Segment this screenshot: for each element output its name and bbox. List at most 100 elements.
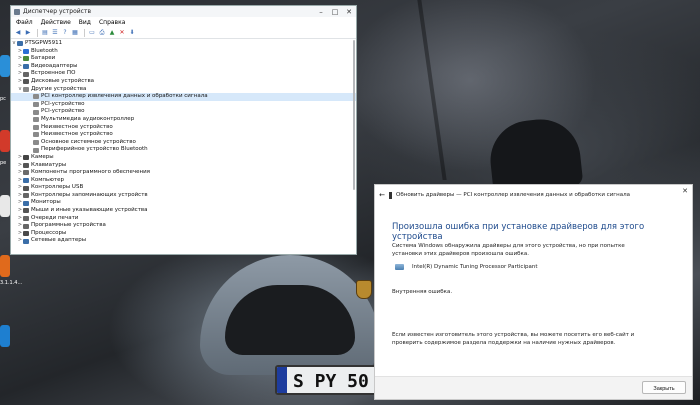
download-icon[interactable]: ⬇ bbox=[128, 29, 136, 36]
tree-label: Другие устройства bbox=[31, 85, 87, 92]
tree-label: PCI-устройство bbox=[41, 108, 85, 115]
device-icon bbox=[23, 79, 29, 85]
error-detail: Внутренняя ошибка. bbox=[392, 289, 453, 295]
minimize-icon[interactable]: – bbox=[314, 8, 328, 16]
dialog-header: ← Обновить драйверы — PCI контроллер изв… bbox=[375, 185, 692, 205]
tree-category[interactable]: > Bluetooth bbox=[11, 48, 356, 56]
tree-label: Мыши и иные указывающие устройства bbox=[31, 207, 148, 214]
tree-label: Компоненты программного обеспечения bbox=[31, 169, 150, 176]
menu-bar: Файл Действие Вид Справка bbox=[11, 17, 356, 27]
scan-hardware-icon[interactable]: ⎙ bbox=[98, 29, 106, 36]
driver-entry: Intel(R) Dynamic Tuning Processor Partic… bbox=[395, 264, 537, 270]
tree-label: Контроллеры запоминающих устройств bbox=[31, 191, 148, 198]
maximize-icon[interactable]: □ bbox=[328, 8, 342, 16]
close-icon[interactable]: ✕ bbox=[682, 187, 688, 195]
device-icon bbox=[33, 147, 39, 153]
forward-arrow-icon[interactable]: ▶ bbox=[24, 29, 32, 36]
tree-category[interactable]: > Компоненты программного обеспечения bbox=[11, 169, 356, 177]
tree-label: Неизвестное устройство bbox=[41, 131, 113, 138]
tree-category[interactable]: > Компьютер bbox=[11, 177, 356, 185]
close-icon[interactable]: ✕ bbox=[342, 8, 356, 16]
tree-device[interactable]: Неизвестное устройство bbox=[11, 124, 356, 132]
help-icon[interactable]: ? bbox=[61, 29, 69, 36]
close-button[interactable]: Закрыть bbox=[642, 381, 686, 394]
tree-label: Сетевые адаптеры bbox=[31, 237, 87, 244]
device-icon bbox=[23, 48, 29, 54]
computer-name: PTSGPW5911 bbox=[25, 40, 63, 46]
tree-category[interactable]: > Встроенное ПО bbox=[11, 70, 356, 78]
computer-icon bbox=[17, 41, 23, 47]
tree-category[interactable]: > Камеры bbox=[11, 154, 356, 162]
tree-category[interactable]: > Мыши и иные указывающие устройства bbox=[11, 207, 356, 215]
tree-device[interactable]: Периферийное устройство Bluetooth bbox=[11, 146, 356, 154]
device-tree: v PTSGPW5911 > Bluetooth > Батареи > Видеоада… bbox=[11, 39, 356, 245]
device-manager-titlebar[interactable]: Диспетчер устройств – □ ✕ bbox=[11, 6, 356, 17]
device-icon bbox=[389, 191, 392, 199]
tree-category[interactable]: > Видеоадаптеры bbox=[11, 63, 356, 71]
tree-label: Мониторы bbox=[31, 199, 61, 206]
desktop-app-icon[interactable] bbox=[0, 195, 10, 217]
tree-label: Программные устройства bbox=[31, 222, 106, 229]
device-icon bbox=[33, 102, 39, 108]
device-icon bbox=[23, 223, 29, 229]
tree-category[interactable]: > Процессоры bbox=[11, 230, 356, 238]
tree-label: PCI контроллер извлечения данных и обраб… bbox=[41, 93, 208, 100]
device-icon bbox=[23, 200, 29, 206]
porsche-badge-icon bbox=[356, 280, 372, 299]
menu-help[interactable]: Справка bbox=[99, 19, 125, 26]
back-arrow-icon[interactable]: ◀ bbox=[14, 29, 22, 36]
tree-label: Процессоры bbox=[31, 229, 67, 236]
desktop-app-icon[interactable] bbox=[0, 130, 10, 152]
tree-category[interactable]: > Контроллеры USB bbox=[11, 184, 356, 192]
device-icon bbox=[33, 124, 39, 130]
tree-device[interactable]: PCI-устройство bbox=[11, 108, 356, 116]
menu-file[interactable]: Файл bbox=[16, 19, 33, 26]
tree-label: Компьютер bbox=[31, 176, 64, 183]
device-icon bbox=[23, 162, 29, 168]
desktop-app-icon[interactable] bbox=[0, 255, 10, 277]
device-icon bbox=[23, 215, 29, 221]
device-icon bbox=[23, 170, 29, 176]
device-icon bbox=[33, 94, 39, 100]
device-icon bbox=[23, 231, 29, 237]
scrollbar-thumb[interactable] bbox=[353, 40, 355, 190]
scrollbar[interactable] bbox=[352, 38, 356, 254]
list-icon[interactable]: ☰ bbox=[51, 29, 59, 36]
dialog-header-title: Обновить драйверы — PCI контроллер извле… bbox=[396, 192, 631, 198]
monitor-icon[interactable]: ▭ bbox=[88, 29, 96, 36]
desktop-app-icon[interactable] bbox=[0, 55, 10, 77]
tree-root[interactable]: v PTSGPW5911 bbox=[11, 40, 356, 48]
tree-device[interactable]: PCI контроллер извлечения данных и обраб… bbox=[11, 93, 356, 101]
hood-vent bbox=[486, 115, 584, 195]
device-manager-icon bbox=[14, 8, 20, 15]
properties-icon[interactable]: ▤ bbox=[41, 29, 49, 36]
menu-view[interactable]: Вид bbox=[79, 19, 91, 26]
tree-category[interactable]: > Батареи bbox=[11, 55, 356, 63]
tree-category[interactable]: > Клавиатуры bbox=[11, 162, 356, 170]
back-arrow-icon[interactable]: ← bbox=[375, 191, 389, 199]
driver-icon bbox=[395, 264, 404, 270]
desktop-app-icon[interactable] bbox=[0, 325, 10, 347]
tree-category[interactable]: v Другие устройства bbox=[11, 86, 356, 94]
tree-label: Дисковые устройства bbox=[31, 77, 95, 84]
tree-device[interactable]: Мультимедиа аудиоконтроллер bbox=[11, 116, 356, 124]
tree-label: Батареи bbox=[31, 55, 56, 62]
dialog-footer: Закрыть bbox=[375, 376, 692, 399]
uninstall-icon[interactable]: ✕ bbox=[118, 29, 126, 36]
tree-category[interactable]: > Сетевые адаптеры bbox=[11, 237, 356, 245]
menu-action[interactable]: Действие bbox=[41, 19, 71, 26]
tree-device[interactable]: Неизвестное устройство bbox=[11, 131, 356, 139]
tree-label: Встроенное ПО bbox=[31, 70, 76, 77]
tree-category[interactable]: > Дисковые устройства bbox=[11, 78, 356, 86]
device-icon bbox=[33, 132, 39, 138]
device-icon bbox=[23, 86, 29, 92]
eu-strip bbox=[277, 367, 287, 393]
update-driver-icon[interactable]: ▲ bbox=[108, 29, 116, 36]
tree-category[interactable]: > Программные устройства bbox=[11, 222, 356, 230]
error-message: Система Windows обнаружила драйверы для … bbox=[392, 243, 625, 257]
grid-icon[interactable]: ▦ bbox=[71, 29, 79, 36]
tree-label: Клавиатуры bbox=[31, 161, 67, 168]
tree-category[interactable]: > Мониторы bbox=[11, 199, 356, 207]
tree-category[interactable]: > Контроллеры запоминающих устройств bbox=[11, 192, 356, 200]
device-icon bbox=[23, 238, 29, 244]
